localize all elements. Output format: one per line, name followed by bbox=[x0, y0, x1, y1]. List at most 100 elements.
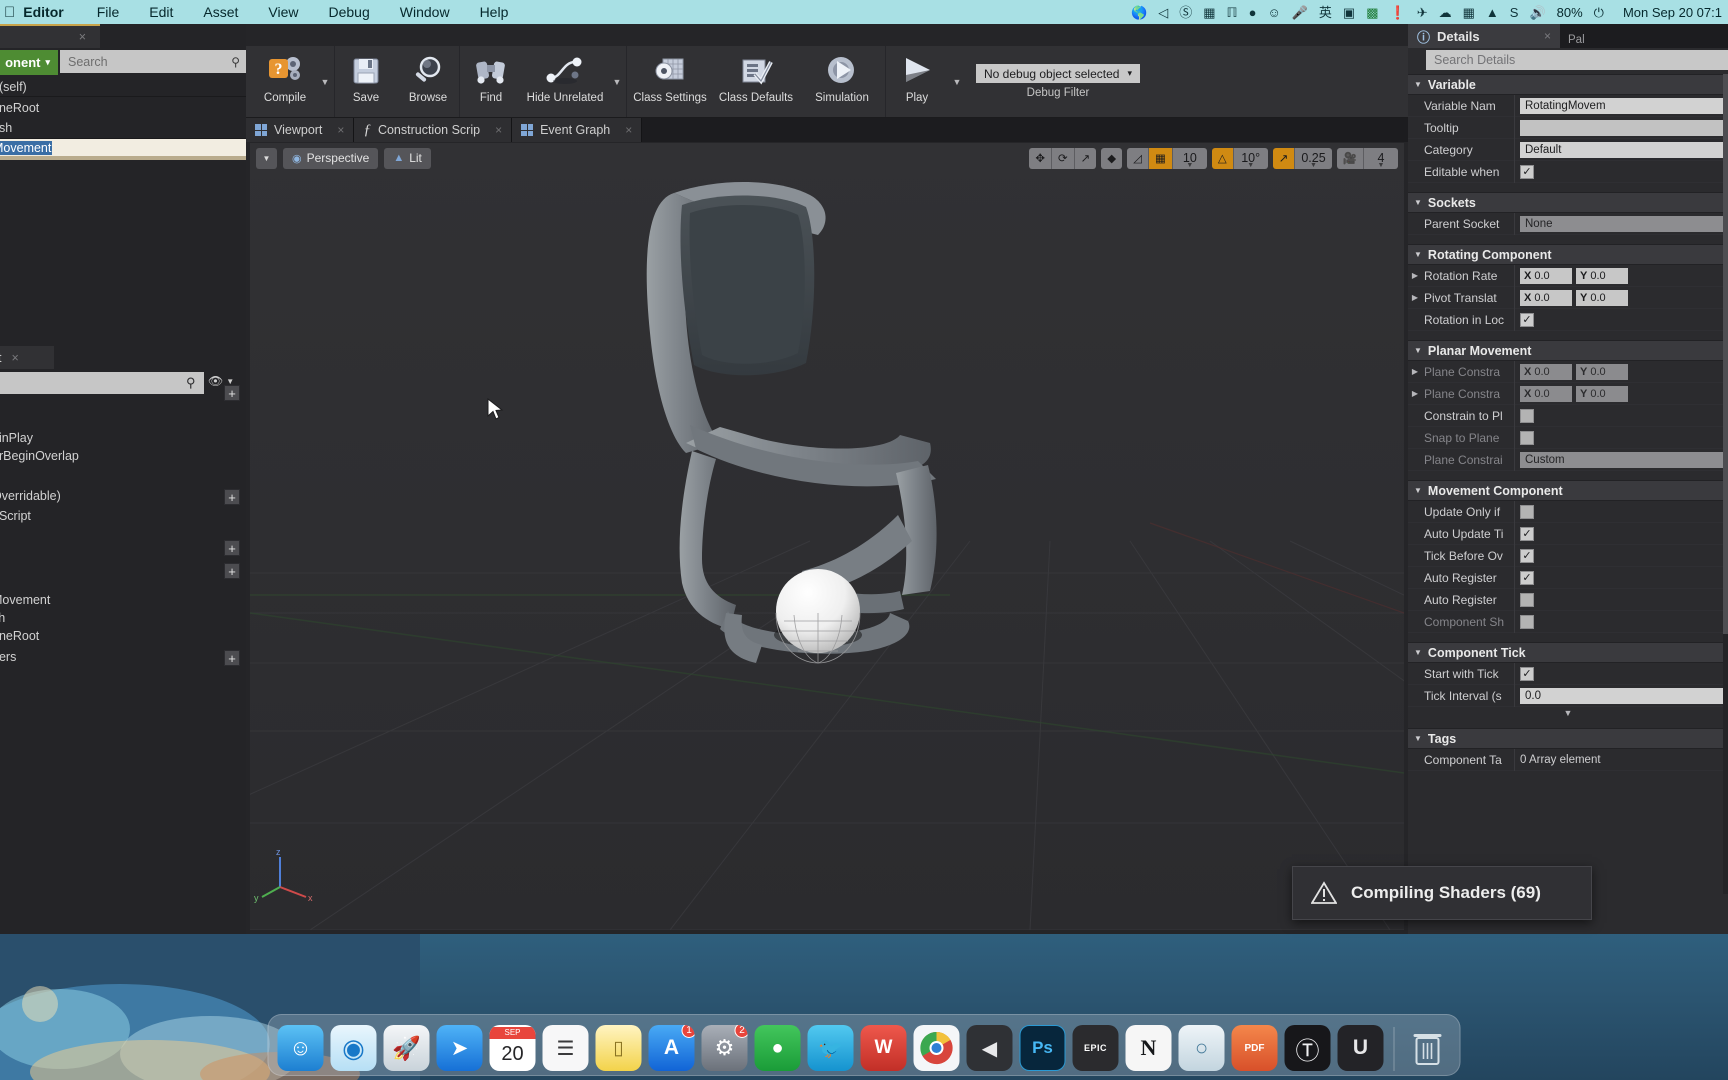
property-value[interactable] bbox=[1514, 426, 1728, 449]
appstore-icon[interactable]: A 1 bbox=[648, 1025, 695, 1071]
category-planar-movement[interactable]: ▼ Planar Movement bbox=[1408, 340, 1728, 361]
camera-speed-value[interactable]: 4 ▼ bbox=[1364, 147, 1398, 169]
scale-snap-toggle[interactable]: ↗ bbox=[1272, 147, 1296, 169]
tick-interval-field[interactable]: 0.0 bbox=[1520, 687, 1724, 704]
list-item-construction-script[interactable]: nScript bbox=[0, 509, 246, 539]
list-item[interactable]: + bbox=[0, 384, 246, 410]
unreal-editor-icon[interactable]: U bbox=[1337, 1025, 1384, 1071]
details-scrollbar[interactable] bbox=[1723, 74, 1728, 894]
rotation-rate-y[interactable]: Y 0.0 bbox=[1576, 267, 1628, 284]
tab-palette[interactable]: Pal bbox=[1560, 31, 1593, 48]
vlc-icon[interactable]: ◀ bbox=[966, 1025, 1013, 1071]
close-icon[interactable]: × bbox=[11, 351, 18, 365]
menubar-clock[interactable]: Mon Sep 20 07:1 bbox=[1615, 5, 1722, 20]
unreal-engine-icon[interactable]: Ⓣ bbox=[1284, 1025, 1331, 1071]
epic-games-icon[interactable]: EPIC bbox=[1072, 1025, 1119, 1071]
property-value[interactable]: ✓ bbox=[1514, 522, 1728, 545]
property-pivot-translation[interactable]: ▶ Pivot Translat X 0.0 Y 0.0 bbox=[1408, 286, 1728, 309]
notion-icon[interactable]: N bbox=[1125, 1025, 1172, 1071]
s-icon[interactable]: S bbox=[1510, 6, 1519, 19]
list-item-tick[interactable]: k bbox=[0, 467, 246, 489]
chevron-right-icon[interactable]: ▶ bbox=[1408, 389, 1422, 398]
bell-dark-icon[interactable]: ● bbox=[1249, 6, 1257, 19]
view-perspective-button[interactable]: ◉ Perspective bbox=[283, 147, 379, 169]
variable-name-field[interactable]: RotatingMovem bbox=[1520, 97, 1724, 114]
auto-update-tick-checkbox[interactable]: ✓ bbox=[1520, 526, 1534, 541]
close-icon[interactable]: × bbox=[1544, 29, 1551, 43]
start-with-tick-checkbox[interactable]: ✓ bbox=[1520, 666, 1534, 681]
settings-icon[interactable]: ⚙ 2 bbox=[701, 1025, 748, 1071]
property-value[interactable] bbox=[1514, 500, 1728, 523]
components-panel-tab[interactable]: s × bbox=[0, 24, 100, 48]
constrain-to-plane-checkbox[interactable] bbox=[1520, 408, 1534, 423]
rotate-gizmo-icon[interactable]: ⟳ bbox=[1051, 147, 1075, 169]
close-icon[interactable]: × bbox=[625, 123, 632, 137]
property-rotation-in-local-space[interactable]: Rotation in Loc ✓ bbox=[1408, 308, 1728, 331]
compass-icon[interactable]: ▲ bbox=[1486, 6, 1499, 19]
compiling-shaders-notification[interactable]: Compiling Shaders (69) bbox=[1292, 866, 1592, 920]
property-value[interactable] bbox=[1514, 404, 1728, 427]
category-tags[interactable]: ▼ Tags bbox=[1408, 728, 1728, 749]
translate-gizmo-icon[interactable]: ✥ bbox=[1029, 147, 1052, 169]
play-options-caret[interactable]: ▼ bbox=[948, 46, 966, 117]
property-start-with-tick-enabled[interactable]: Start with Tick ✓ bbox=[1408, 662, 1728, 685]
add-new-button[interactable]: + bbox=[224, 385, 240, 401]
rotation-in-local-space-checkbox[interactable]: ✓ bbox=[1520, 312, 1534, 327]
property-variable-name[interactable]: Variable Nam RotatingMovem bbox=[1408, 94, 1728, 117]
add-macro-button[interactable]: + bbox=[224, 540, 240, 556]
property-update-only-if-rendered[interactable]: Update Only if bbox=[1408, 500, 1728, 523]
camera-speed-icon[interactable]: 🎥 bbox=[1336, 147, 1364, 169]
menu-edit[interactable]: Edit bbox=[134, 4, 188, 20]
menu-window[interactable]: Window bbox=[385, 4, 465, 20]
menu-asset[interactable]: Asset bbox=[188, 4, 253, 20]
tab-details[interactable]: ⓘ Details × bbox=[1408, 24, 1560, 48]
globe-icon[interactable]: 🌎 bbox=[1131, 6, 1147, 19]
wechat-work-icon[interactable]: ● bbox=[754, 1025, 801, 1071]
property-value[interactable]: None bbox=[1514, 212, 1728, 235]
property-value[interactable]: ✓ bbox=[1514, 544, 1728, 567]
list-item-overridable[interactable]: Overridable) + bbox=[0, 489, 246, 509]
rotation-rate-x[interactable]: X 0.0 bbox=[1520, 267, 1572, 284]
property-rotation-rate[interactable]: ▶ Rotation Rate X 0.0 Y 0.0 bbox=[1408, 264, 1728, 287]
tab-construction-script[interactable]: ƒ Construction Scrip × bbox=[354, 118, 513, 142]
close-icon[interactable]: × bbox=[79, 30, 86, 44]
chevron-right-icon[interactable]: ▶ bbox=[1408, 293, 1422, 302]
list-item-beginplay[interactable]: ginPlay bbox=[0, 431, 246, 449]
component-row-self[interactable]: ir(self) bbox=[0, 77, 246, 96]
grid-snap-toggle[interactable]: ▦ bbox=[1148, 147, 1173, 169]
apple-menu-icon[interactable]:  bbox=[0, 4, 23, 21]
list-item[interactable]: + bbox=[0, 539, 246, 562]
chevron-right-icon[interactable]: ▶ bbox=[1408, 271, 1422, 280]
cloud-icon[interactable]: ☁ bbox=[1439, 6, 1452, 19]
class-defaults-button[interactable]: Class Defaults bbox=[713, 46, 799, 117]
scrollbar-thumb[interactable] bbox=[1723, 74, 1728, 634]
category-variable[interactable]: ▼ Variable bbox=[1408, 74, 1728, 95]
component-row-sceneroot[interactable]: eneRoot bbox=[0, 97, 246, 118]
property-category[interactable]: Category Default bbox=[1408, 138, 1728, 161]
property-value[interactable]: X 0.0 Y 0.0 bbox=[1514, 360, 1728, 383]
wps-icon[interactable]: W bbox=[860, 1025, 907, 1071]
tick-before-owner-checkbox[interactable]: ✓ bbox=[1520, 548, 1534, 563]
angle-snap-toggle[interactable]: △ bbox=[1211, 147, 1234, 169]
list-item-mesh[interactable]: sh bbox=[0, 611, 246, 629]
my-blueprint-tab[interactable]: t × bbox=[0, 346, 54, 369]
plane-constraint-axis-select[interactable]: Custom bbox=[1520, 451, 1724, 468]
property-auto-register-physics-volume[interactable]: Auto Register bbox=[1408, 588, 1728, 611]
signal-bars-icon[interactable]: ▩ bbox=[1366, 6, 1378, 19]
category-field[interactable]: Default bbox=[1520, 141, 1724, 158]
trash-icon[interactable] bbox=[1405, 1025, 1451, 1071]
safari-icon[interactable]: ◉ bbox=[330, 1025, 377, 1071]
pivot-translation-x[interactable]: X 0.0 bbox=[1520, 289, 1572, 306]
preview-icon[interactable]: ○ bbox=[1178, 1025, 1225, 1071]
add-variable-button[interactable]: + bbox=[224, 563, 240, 579]
pivot-translation-y[interactable]: Y 0.0 bbox=[1576, 289, 1628, 306]
close-icon[interactable]: × bbox=[495, 123, 502, 137]
notes-icon[interactable]: ▯ bbox=[595, 1025, 642, 1071]
plane-constraint-normal-y[interactable]: Y 0.0 bbox=[1576, 363, 1628, 380]
creative-cloud-icon[interactable]: Ⓢ bbox=[1179, 6, 1192, 19]
plane-constraint-origin-x[interactable]: X 0.0 bbox=[1520, 385, 1572, 402]
surface-snap-icon[interactable]: ◿ bbox=[1127, 147, 1149, 169]
components-search-input[interactable]: Search ⚲ bbox=[60, 50, 246, 73]
menu-view[interactable]: View bbox=[253, 4, 313, 20]
angle-snap-value[interactable]: 10° ▼ bbox=[1233, 147, 1268, 169]
